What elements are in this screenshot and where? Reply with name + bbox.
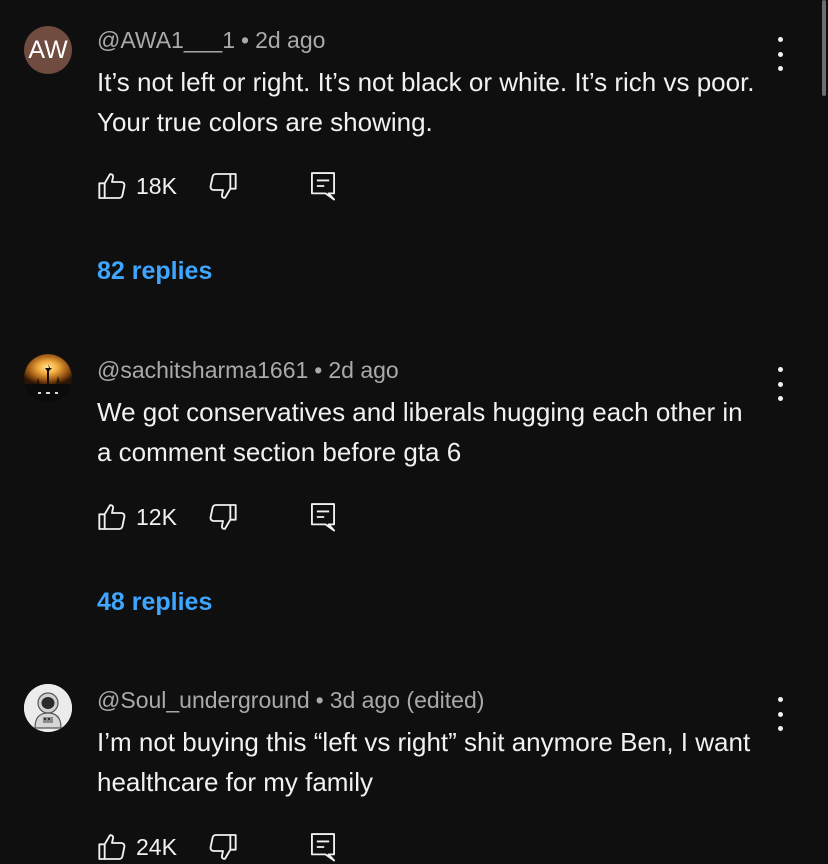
comment-menu-button[interactable] [768, 697, 792, 731]
avatar[interactable] [24, 354, 72, 402]
comment-menu-button[interactable] [768, 37, 792, 71]
thumbs-up-icon [98, 173, 126, 199]
separator: • [314, 357, 323, 383]
replies-link[interactable]: 48 replies [97, 588, 212, 617]
comment-time: 3d ago (edited) [329, 687, 485, 713]
comment-text: It’s not left or right. It’s not black o… [97, 67, 755, 137]
dislike-button[interactable] [207, 500, 239, 534]
like-count: 12K [136, 503, 177, 530]
comment-time: 2d ago [328, 357, 399, 383]
menu-dot [777, 711, 783, 717]
more-vertical-icon [777, 37, 783, 42]
menu-dot [777, 381, 783, 387]
like-button[interactable]: 24K [96, 830, 177, 864]
reply-button[interactable] [308, 830, 338, 864]
comment-menu-button[interactable] [768, 367, 792, 401]
menu-dot [777, 51, 783, 57]
separator: • [241, 27, 250, 53]
comment-author[interactable]: @sachitsharma1661 [97, 357, 308, 383]
like-count: 24K [136, 833, 177, 860]
dislike-button[interactable] [207, 169, 239, 203]
comment-text: I’m not buying this “left vs right” shit… [97, 727, 751, 797]
comment-text: We got conservatives and liberals huggin… [97, 397, 743, 467]
thumbs-down-icon [209, 834, 237, 860]
sunset-avatar-image [24, 354, 72, 402]
dislike-button[interactable] [207, 830, 239, 864]
comment-author[interactable]: @Soul_underground [97, 687, 310, 713]
comment-time: 2d ago [255, 27, 326, 53]
separator: • [315, 687, 324, 713]
astronaut-avatar-image [24, 684, 72, 732]
comment-actions: 18K [96, 169, 356, 203]
comment-actions: 12K [96, 500, 356, 534]
menu-dot [777, 726, 783, 731]
comment-actions: 24K [96, 830, 356, 864]
more-vertical-icon [777, 367, 783, 372]
replies-link[interactable]: 82 replies [97, 257, 212, 286]
comment-meta: @sachitsharma1661 • 2d ago [97, 357, 399, 384]
comment-meta: @Soul_underground • 3d ago (edited) [97, 687, 484, 714]
avatar[interactable] [24, 684, 72, 732]
comment-meta: @AWA1___1 • 2d ago [97, 27, 325, 54]
comment-author[interactable]: @AWA1___1 [97, 27, 235, 53]
like-button[interactable]: 18K [96, 169, 177, 203]
avatar-initials: AW [28, 35, 68, 64]
menu-dot [777, 66, 783, 71]
more-vertical-icon [777, 697, 783, 702]
avatar[interactable]: AW [24, 26, 72, 74]
scrollbar[interactable] [822, 0, 826, 96]
reply-icon [311, 172, 335, 201]
thumbs-up-icon [98, 834, 126, 860]
reply-icon [311, 503, 335, 532]
reply-button[interactable] [308, 500, 338, 534]
menu-dot [777, 396, 783, 401]
thumbs-up-icon [98, 504, 126, 530]
reply-button[interactable] [308, 169, 338, 203]
thumbs-down-icon [209, 504, 237, 530]
reply-icon [311, 833, 335, 862]
like-count: 18K [136, 172, 177, 199]
like-button[interactable]: 12K [96, 500, 177, 534]
thumbs-down-icon [209, 173, 237, 199]
